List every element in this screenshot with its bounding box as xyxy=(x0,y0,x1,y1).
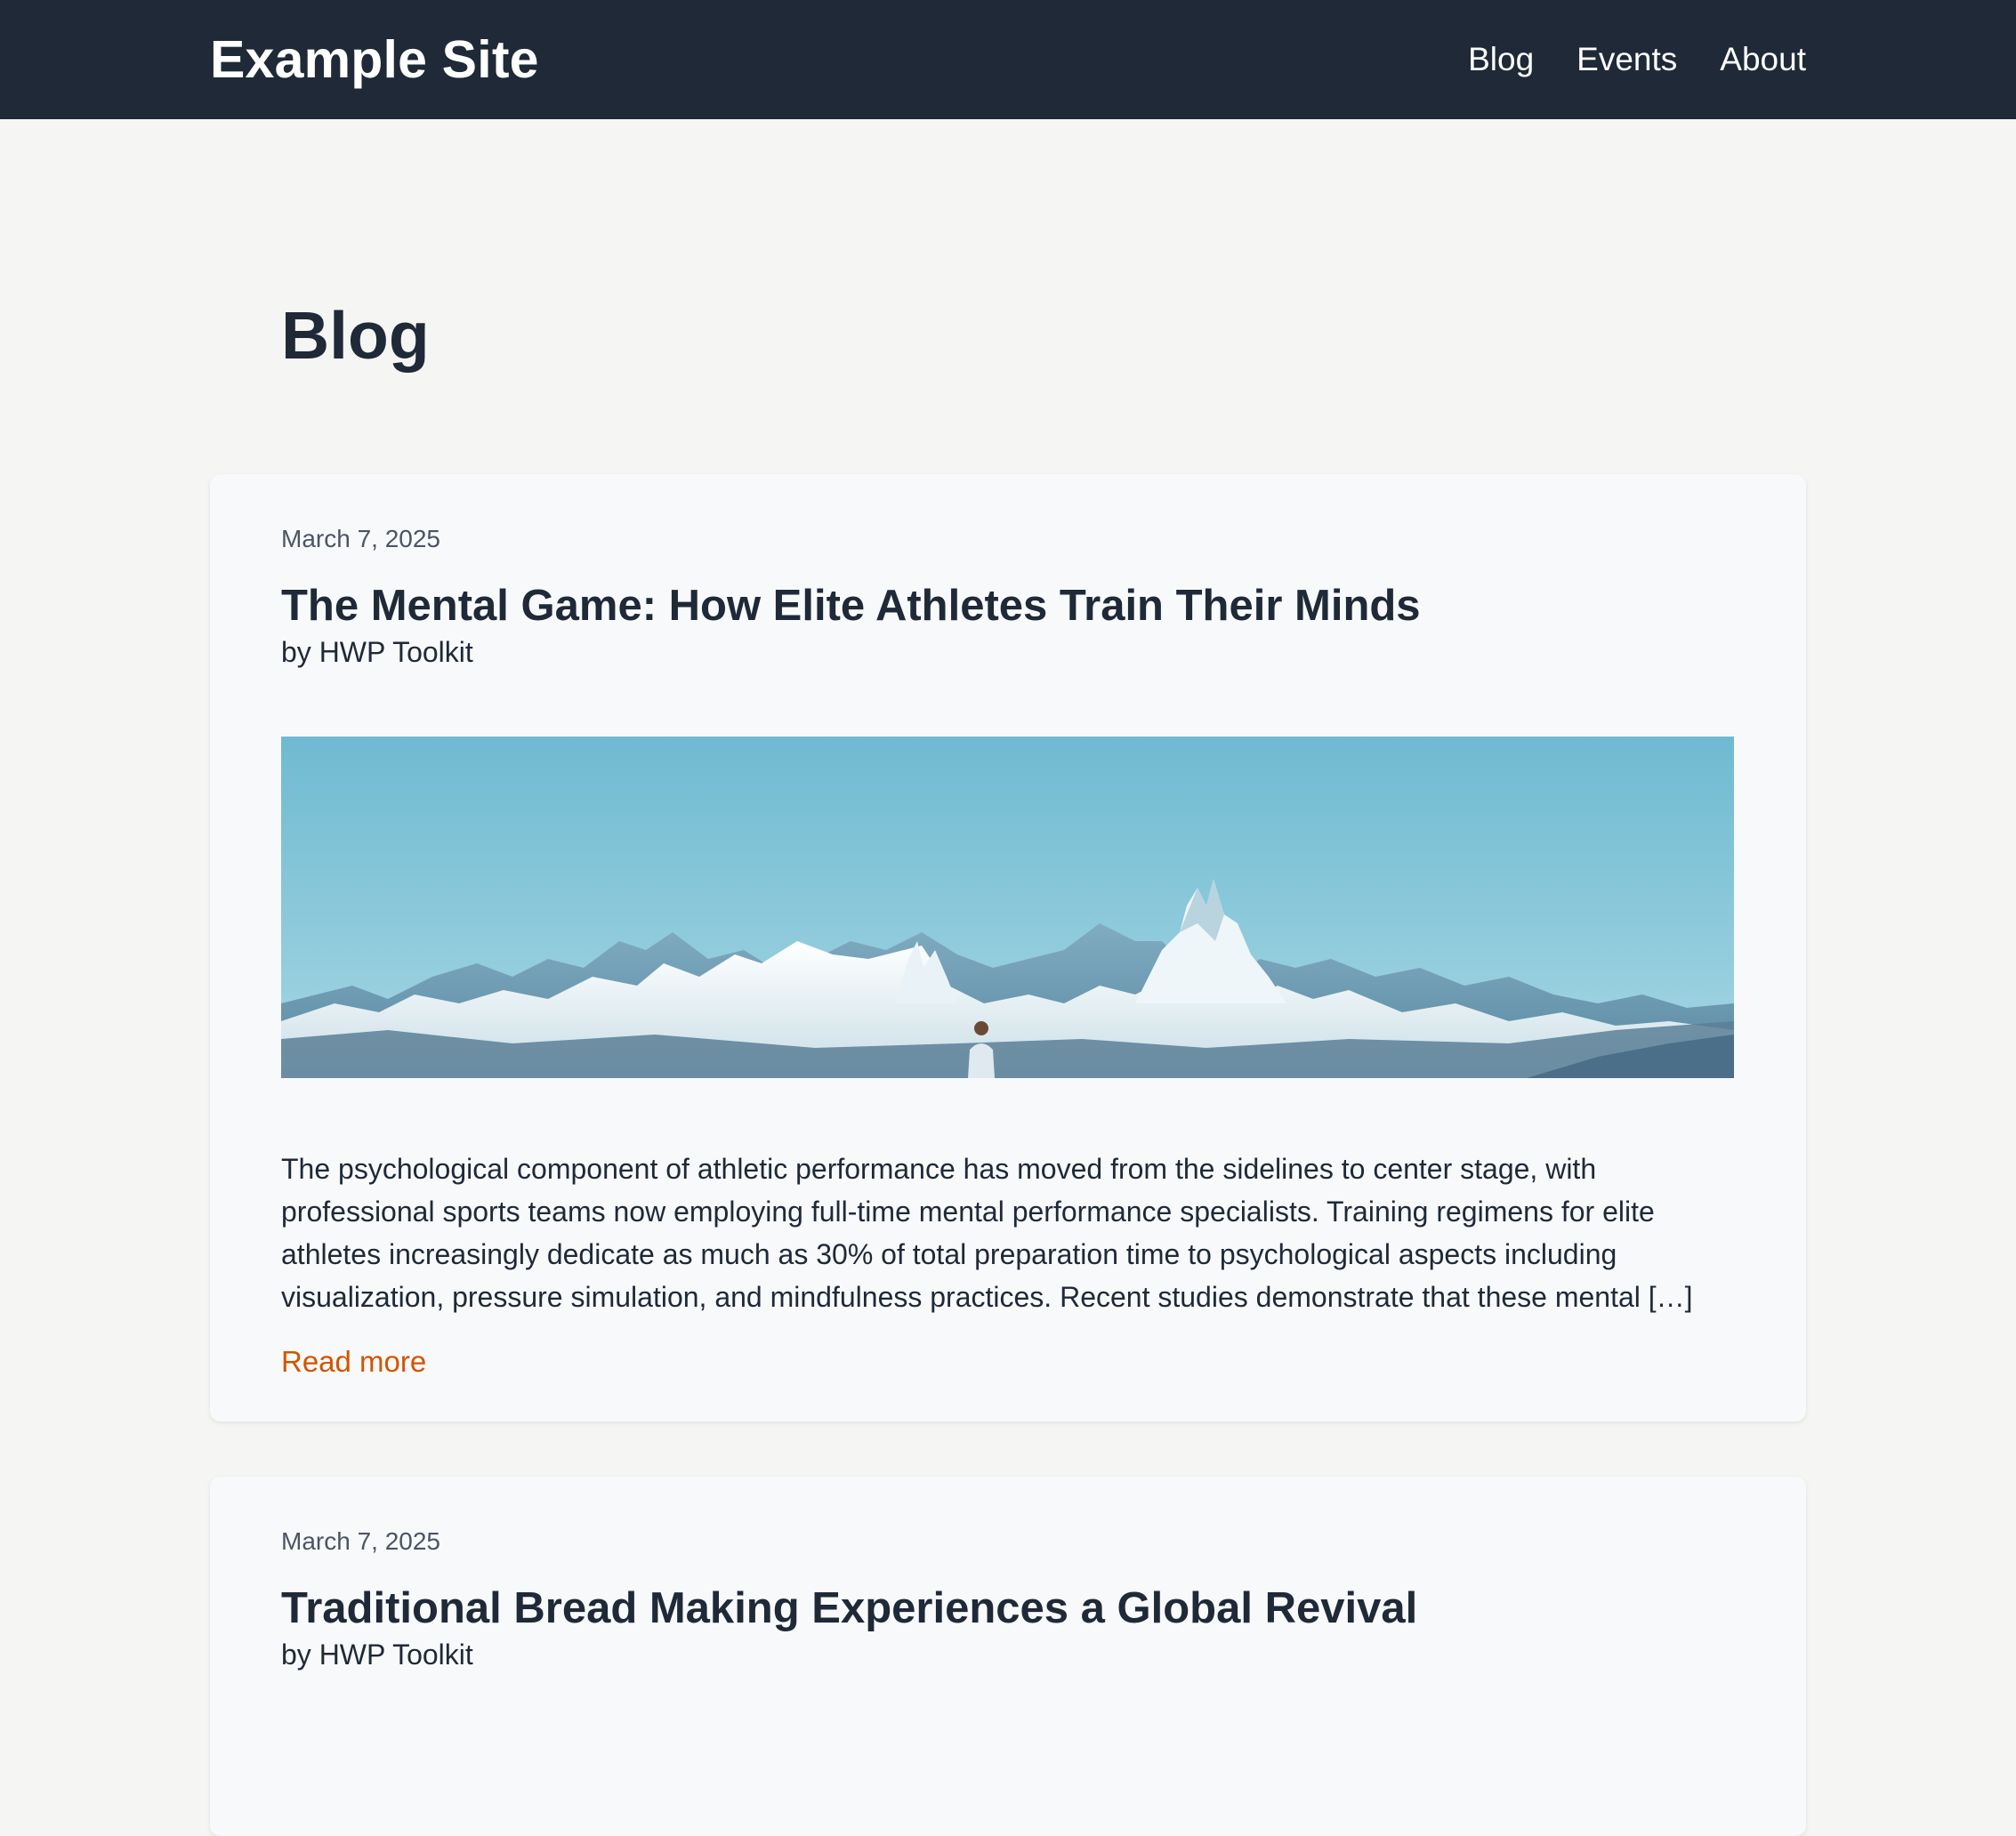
nav-events[interactable]: Events xyxy=(1577,41,1677,78)
post-title-link[interactable]: Traditional Bread Making Experiences a G… xyxy=(281,1583,1735,1633)
post-date: March 7, 2025 xyxy=(281,1526,440,1555)
main-nav: Blog Events About xyxy=(1468,41,1806,78)
post-author: by HWP Toolkit xyxy=(281,635,473,668)
mountain-landscape-image xyxy=(281,736,1734,1078)
read-more-link[interactable]: Read more xyxy=(281,1345,426,1379)
nav-blog[interactable]: Blog xyxy=(1468,41,1534,78)
nav-about[interactable]: About xyxy=(1720,41,1806,78)
post-card: March 7, 2025 Traditional Bread Making E… xyxy=(210,1476,1806,1836)
post-author: by HWP Toolkit xyxy=(281,1638,473,1671)
post-card: March 7, 2025 The Mental Game: How Elite… xyxy=(210,474,1806,1421)
site-header: Example Site Blog Events About xyxy=(0,0,2016,119)
post-excerpt: The psychological component of athletic … xyxy=(281,1152,1693,1313)
main-content: Blog March 7, 2025 The Mental Game: How … xyxy=(210,119,1806,1836)
site-title-link[interactable]: Example Site xyxy=(210,29,539,90)
header-inner: Example Site Blog Events About xyxy=(210,0,1806,119)
page-title: Blog xyxy=(281,298,430,373)
post-date: March 7, 2025 xyxy=(281,525,440,552)
post-title-link[interactable]: The Mental Game: How Elite Athletes Trai… xyxy=(281,581,1735,631)
